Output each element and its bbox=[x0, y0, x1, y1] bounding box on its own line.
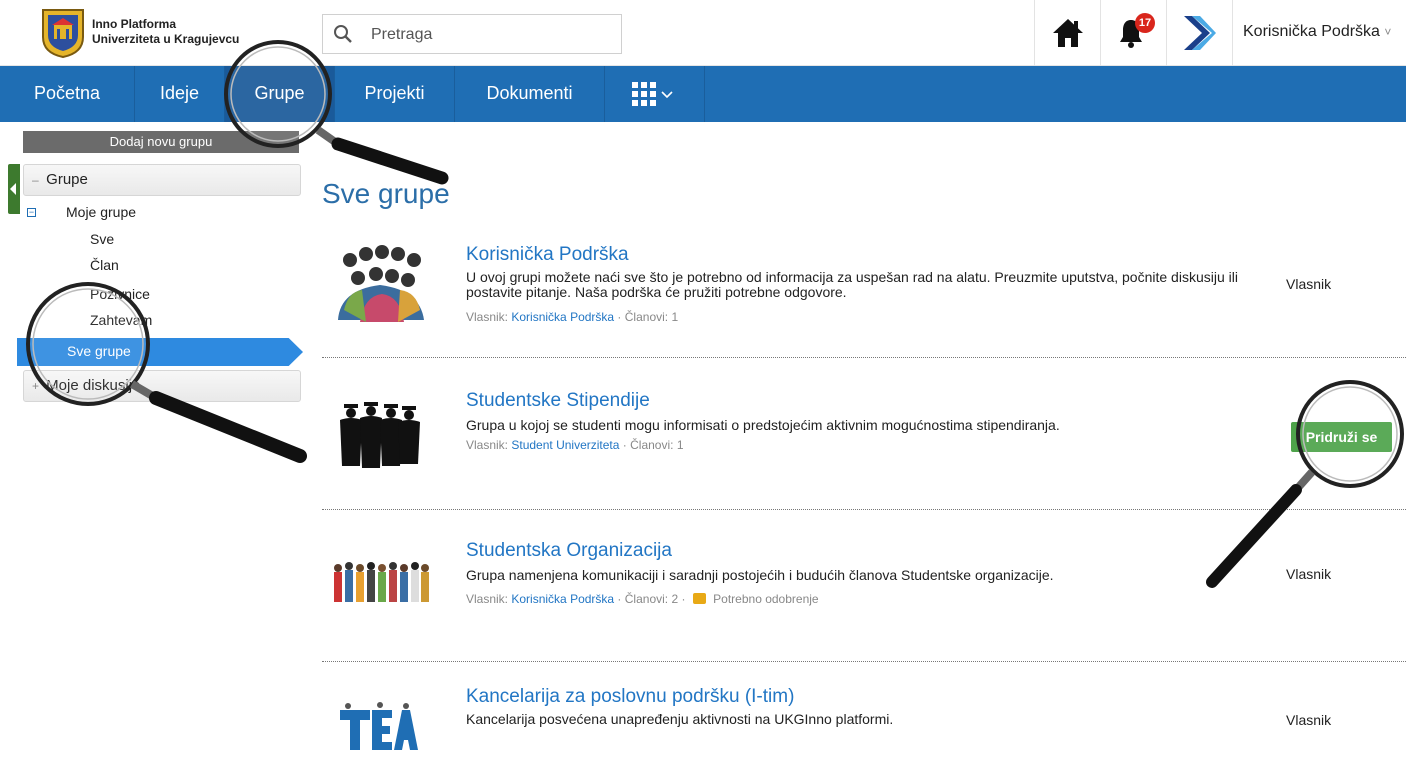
sidebar: Dodaj novu grupu – Grupe − Moje grupe Sv… bbox=[0, 122, 310, 754]
role-label: Vlasnik bbox=[1286, 712, 1332, 728]
group-title[interactable]: Studentske Stipendije bbox=[466, 390, 650, 412]
approval-label: Potrebno odobrenje bbox=[713, 592, 819, 606]
accordion-discussions-label: Moje diskusije bbox=[46, 377, 141, 394]
group-row: Studentske Stipendije Grupa u kojoj se s… bbox=[322, 358, 1406, 510]
app-logo-icon[interactable] bbox=[1182, 14, 1216, 57]
group-row: Kancelarija za poslovnu podršku (I-tim) … bbox=[322, 662, 1406, 782]
nav-documents[interactable]: Dokumenti bbox=[455, 66, 605, 122]
user-name: Korisnička Podrška bbox=[1243, 23, 1380, 40]
accordion-discussions[interactable]: + Moje diskusije bbox=[23, 370, 301, 402]
brand-name[interactable]: Inno Platforma Univerziteta u Kragujevcu bbox=[92, 17, 239, 47]
group-title[interactable]: Studentska Organizacija bbox=[466, 540, 672, 562]
group-description: Grupa namenjena komunikaciji i saradnji … bbox=[466, 567, 1054, 583]
top-bar: Inno Platforma Univerziteta u Kragujevcu… bbox=[0, 0, 1406, 66]
lock-icon bbox=[692, 593, 706, 604]
owner-label: Vlasnik: bbox=[466, 592, 509, 606]
tree-collapse-icon[interactable]: − bbox=[27, 208, 36, 217]
search-icon bbox=[333, 24, 353, 49]
brand-line1: Inno Platforma bbox=[92, 17, 177, 31]
role-label: Vlasnik bbox=[1286, 566, 1332, 582]
group-title[interactable]: Kancelarija za poslovnu podršku (I-tim) bbox=[466, 686, 794, 708]
members-count: 1 bbox=[671, 310, 679, 324]
search-input[interactable]: Pretraga bbox=[371, 26, 432, 44]
nav-home[interactable]: Početna bbox=[0, 66, 135, 122]
plus-icon: + bbox=[32, 379, 40, 393]
chevron-down-icon: ˅ bbox=[1384, 25, 1392, 39]
home-icon[interactable] bbox=[1052, 18, 1084, 53]
group-description: Kancelarija posvećena unapređenju aktivn… bbox=[466, 711, 894, 727]
group-row: Studentska Organizacija Grupa namenjena … bbox=[322, 510, 1406, 662]
owner-link[interactable]: Korisnička Podrška bbox=[511, 592, 614, 606]
divider bbox=[1034, 0, 1035, 66]
group-thumbnail[interactable] bbox=[330, 398, 430, 478]
members-count: 2 bbox=[671, 592, 679, 606]
group-title[interactable]: Korisnička Podrška bbox=[466, 244, 629, 266]
group-meta: Vlasnik: Korisnička Podrška · Članovi: 1 bbox=[466, 310, 679, 324]
nav-groups[interactable]: Grupe bbox=[225, 66, 335, 122]
divider bbox=[1100, 0, 1101, 66]
main-nav: Početna Ideje Grupe Projekti Dokumenti bbox=[0, 66, 1406, 122]
owner-label: Vlasnik: bbox=[466, 310, 509, 324]
group-thumbnail[interactable] bbox=[330, 700, 430, 760]
group-meta: Vlasnik: Korisnička Podrška · Članovi: 2… bbox=[466, 592, 819, 606]
brand-line2: Univerziteta u Kragujevcu bbox=[92, 32, 240, 46]
tree-item-all-groups[interactable]: Sve grupe bbox=[17, 338, 303, 366]
group-thumbnail[interactable] bbox=[330, 554, 430, 614]
tree-item-requests[interactable]: Zahtevam bbox=[90, 312, 152, 328]
tree-my-groups[interactable]: Moje grupe bbox=[66, 204, 136, 220]
owner-link[interactable]: Student Univerziteta bbox=[511, 438, 619, 452]
owner-link[interactable]: Korisnička Podrška bbox=[511, 310, 614, 324]
tree-item-all[interactable]: Sve bbox=[90, 231, 114, 247]
group-row: Korisnička Podrška U ovoj grupi možete n… bbox=[322, 222, 1406, 358]
tree-item-member[interactable]: Član bbox=[90, 257, 119, 273]
join-group-button[interactable]: Pridruži se bbox=[1291, 422, 1392, 452]
group-description: Grupa u kojoj se studenti mogu informisa… bbox=[466, 417, 1060, 433]
collapse-sidebar-icon[interactable] bbox=[8, 164, 20, 214]
role-label: Vlasnik bbox=[1286, 276, 1332, 292]
notification-badge[interactable]: 17 bbox=[1135, 13, 1155, 33]
accordion-groups-label: Grupe bbox=[46, 171, 88, 188]
owner-label: Vlasnik: bbox=[466, 438, 509, 452]
tree-item-invitations[interactable]: Pozivnice bbox=[90, 286, 150, 302]
search-box[interactable]: Pretraga bbox=[322, 14, 622, 54]
group-thumbnail[interactable] bbox=[330, 230, 430, 330]
main-content: Sve grupe Korisnička Podrška U ovoj grup… bbox=[310, 122, 1406, 754]
add-group-button[interactable]: Dodaj novu grupu bbox=[23, 131, 299, 153]
user-menu[interactable]: Korisnička Podrška ˅ bbox=[1243, 23, 1391, 41]
members-count: 1 bbox=[676, 438, 684, 452]
accordion-groups[interactable]: – Grupe bbox=[23, 164, 301, 196]
page-title: Sve grupe bbox=[322, 178, 450, 209]
all-groups-label: Sve grupe bbox=[67, 343, 131, 359]
divider bbox=[1232, 0, 1233, 66]
university-logo[interactable] bbox=[40, 7, 86, 59]
nav-projects[interactable]: Projekti bbox=[335, 66, 455, 122]
members-label: Članovi: bbox=[624, 592, 669, 606]
members-label: Članovi: bbox=[624, 310, 669, 324]
nav-ideas[interactable]: Ideje bbox=[135, 66, 225, 122]
app-grid-icon[interactable] bbox=[632, 82, 688, 111]
group-meta: Vlasnik: Student Univerziteta · Članovi:… bbox=[466, 438, 684, 452]
members-label: Članovi: bbox=[630, 438, 674, 452]
group-description: U ovoj grupi možete naći sve što je potr… bbox=[466, 269, 1238, 300]
divider bbox=[1166, 0, 1167, 66]
minus-icon: – bbox=[32, 173, 39, 187]
